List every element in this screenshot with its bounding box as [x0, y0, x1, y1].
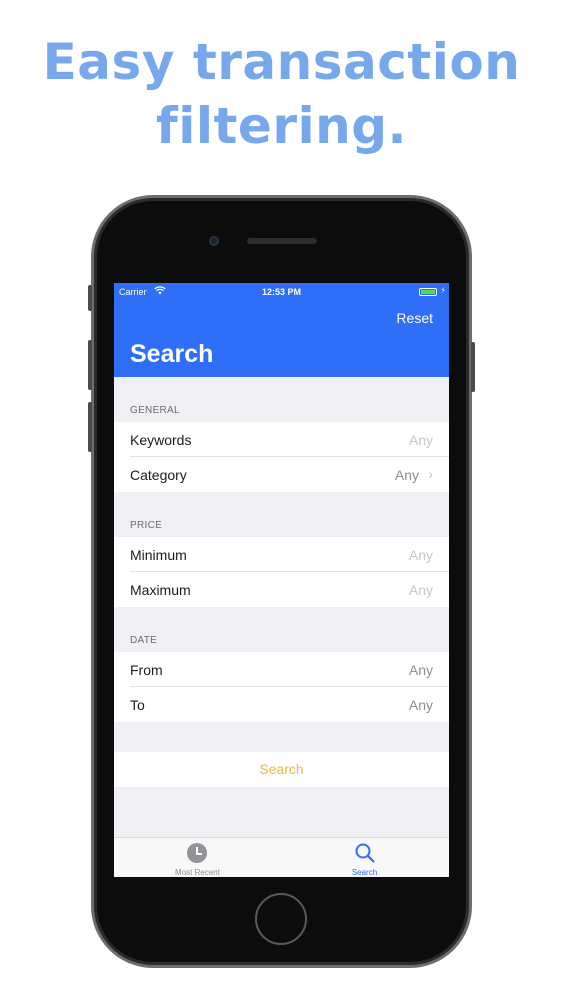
- tab-most-recent[interactable]: Most Recent: [114, 838, 281, 877]
- minimum-value: Any: [408, 547, 433, 563]
- reset-button[interactable]: Reset: [396, 310, 433, 326]
- section-header-date: DATE: [130, 635, 158, 646]
- minimum-row[interactable]: Minimum Any: [114, 537, 449, 572]
- battery-icon: [419, 288, 437, 296]
- keywords-label: Keywords: [130, 432, 192, 448]
- keywords-row[interactable]: Keywords Any: [114, 422, 449, 457]
- tab-most-recent-label: Most Recent: [175, 868, 220, 877]
- category-value: Any: [394, 467, 419, 483]
- headline-line-1: Easy transaction: [42, 33, 521, 91]
- maximum-label: Maximum: [130, 582, 191, 598]
- keywords-value: Any: [408, 432, 433, 448]
- search-button[interactable]: Search: [114, 752, 449, 787]
- search-icon: [354, 842, 376, 869]
- power-button: [471, 342, 475, 392]
- to-label: To: [130, 697, 145, 713]
- navigation-bar: Carrier 12:53 PM ⚡ Reset Search: [114, 283, 449, 377]
- maximum-row[interactable]: Maximum Any: [114, 572, 449, 607]
- category-row[interactable]: Category Any ›: [114, 457, 449, 492]
- battery-level: [421, 290, 435, 294]
- earpiece-speaker: [247, 238, 317, 244]
- to-value: Any: [408, 697, 433, 713]
- from-label: From: [130, 662, 163, 678]
- headline-line-2: filtering.: [155, 97, 408, 155]
- tab-search-label: Search: [351, 868, 378, 877]
- to-row[interactable]: To Any: [114, 687, 449, 722]
- tab-bar: Most Recent Search: [114, 837, 449, 877]
- status-bar: Carrier 12:53 PM ⚡: [114, 283, 449, 301]
- mute-switch: [88, 285, 92, 311]
- front-camera: [209, 236, 219, 246]
- charging-bolt-icon: ⚡: [440, 286, 446, 295]
- status-time: 12:53 PM: [261, 287, 302, 297]
- clock-icon: [187, 843, 207, 863]
- from-value: Any: [408, 662, 433, 678]
- category-label: Category: [130, 467, 187, 483]
- tab-search[interactable]: Search: [281, 838, 448, 877]
- from-row[interactable]: From Any: [114, 652, 449, 687]
- app-screen: Carrier 12:53 PM ⚡ Reset Search GENERAL …: [114, 283, 449, 877]
- maximum-value: Any: [408, 582, 433, 598]
- volume-down-button: [88, 402, 92, 452]
- home-button[interactable]: [255, 893, 307, 945]
- section-header-general: GENERAL: [130, 405, 180, 416]
- chevron-right-icon: ›: [428, 466, 433, 482]
- minimum-label: Minimum: [130, 547, 187, 563]
- volume-up-button: [88, 340, 92, 390]
- section-header-price: PRICE: [130, 520, 163, 531]
- page-title: Search: [130, 340, 214, 368]
- headline: Easy transaction filtering.: [0, 30, 563, 158]
